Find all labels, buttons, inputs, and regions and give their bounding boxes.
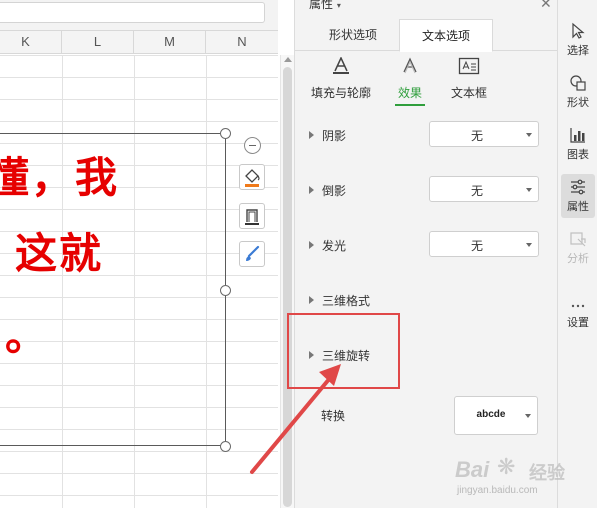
format-painter-button[interactable] [239, 241, 265, 267]
watermark-url: jingyan.baidu.com [457, 485, 538, 496]
formula-input[interactable] [0, 2, 265, 23]
resize-handle-bottom-right[interactable] [220, 441, 231, 452]
resize-handle-top-right[interactable] [220, 128, 231, 139]
toolbar-settings[interactable]: 设置 [561, 290, 595, 334]
shadow-dropdown-value: 无 [470, 129, 483, 143]
panel-subtabs: 填充与轮廓 效果 文本框 [295, 51, 558, 106]
subtab-effects[interactable]: 效果 [395, 57, 425, 106]
text-box[interactable]: 懂，我 ，这就 。 [0, 133, 226, 446]
baidu-watermark: Bai ❋ 经验 jingyan.baidu.com [455, 455, 595, 505]
toolbar-analysis[interactable]: 分析 [561, 226, 595, 270]
column-header-m[interactable]: M [134, 31, 206, 53]
toolbar-settings-label: 设置 [567, 316, 589, 329]
subtab-textbox-label: 文本框 [450, 86, 487, 100]
toolbar-select-label: 选择 [567, 44, 589, 57]
outline-icon [245, 209, 259, 225]
tab-text-options[interactable]: 文本选项 [399, 19, 493, 52]
toolbar-chart[interactable]: 图表 [561, 122, 595, 166]
scrollbar-thumb[interactable] [283, 67, 292, 507]
highlight-box [287, 313, 400, 389]
panel-tabs: 形状选项 文本选项 [295, 19, 558, 52]
reflection-dropdown-value: 无 [470, 184, 483, 198]
formula-bar-area [0, 0, 278, 30]
column-header-l[interactable]: L [62, 31, 134, 53]
text-effect-icon [403, 57, 417, 74]
section-reflection-label: 倒影 [322, 184, 347, 198]
sliders-icon [571, 179, 585, 195]
chevron-down-icon: ▾ [336, 1, 341, 10]
chevron-down-icon [525, 414, 531, 418]
textbox-line-2: ，这就 [0, 229, 104, 278]
shape-fill-button[interactable] [239, 164, 265, 190]
expand-arrow-icon[interactable] [309, 296, 314, 304]
resize-handle-right[interactable] [220, 285, 231, 296]
toolbar-properties-label: 属性 [567, 200, 589, 213]
analysis-icon [570, 232, 586, 247]
scroll-up-icon[interactable] [284, 57, 292, 62]
toolbar-properties[interactable]: 属性 [561, 174, 595, 218]
paint-bucket-icon [245, 169, 260, 187]
glow-dropdown[interactable]: 无 [429, 231, 539, 257]
transform-dropdown[interactable]: abcde [454, 396, 538, 435]
reflection-dropdown[interactable]: 无 [429, 176, 539, 202]
section-reflection[interactable]: 倒影 无 [295, 176, 558, 206]
toolbar-shapes[interactable]: 形状 [561, 70, 595, 114]
column-header-k[interactable]: K [0, 31, 62, 53]
section-shadow[interactable]: 阴影 无 [295, 121, 558, 151]
column-headers: K L M N [0, 30, 278, 54]
watermark-logo-text: 经验 [529, 463, 565, 484]
cursor-icon [572, 22, 585, 39]
subtab-fill-outline[interactable]: 填充与轮廓 [309, 56, 373, 101]
text-fill-icon [333, 56, 349, 74]
paw-icon: ❋ [497, 455, 516, 480]
spreadsheet-area: K L M N 懂，我 ，这就 。 [0, 0, 282, 508]
transform-dropdown-value: abcde [476, 409, 506, 420]
expand-arrow-icon[interactable] [309, 131, 314, 139]
section-shadow-label: 阴影 [322, 129, 347, 143]
section-3d-format-label: 三维格式 [322, 294, 371, 308]
vertical-scrollbar[interactable] [280, 55, 294, 508]
section-3d-format[interactable]: 三维格式 [295, 286, 558, 316]
active-subtab-indicator [395, 104, 425, 106]
collapse-icon[interactable] [244, 137, 261, 154]
toolbar-analysis-label: 分析 [567, 252, 589, 265]
toolbar-shapes-label: 形状 [567, 96, 589, 109]
shadow-dropdown[interactable]: 无 [429, 121, 539, 147]
panel-title-label: 属性 [309, 0, 334, 11]
section-glow[interactable]: 发光 无 [295, 231, 558, 261]
textbox-line-3: 。 [5, 311, 50, 360]
chevron-down-icon [526, 243, 532, 247]
column-header-n[interactable]: N [206, 31, 278, 53]
section-glow-label: 发光 [322, 239, 347, 253]
expand-arrow-icon[interactable] [309, 241, 314, 249]
close-icon[interactable]: ✕ [540, 0, 552, 12]
tab-shape-options[interactable]: 形状选项 [309, 19, 397, 51]
chart-icon [570, 128, 585, 143]
panel-title[interactable]: 属性 ▾ [309, 0, 341, 12]
toolbar-chart-label: 图表 [567, 148, 589, 161]
textbox-line-1: 懂，我 [0, 153, 120, 202]
transform-label: 转换 [321, 409, 346, 423]
right-toolbar: 选择 形状 图表 属性 分析 设置 [557, 0, 597, 508]
brush-icon [246, 245, 260, 261]
watermark-logo: Bai [455, 457, 490, 482]
shape-outline-button[interactable] [239, 203, 265, 229]
chevron-down-icon [526, 188, 532, 192]
glow-dropdown-value: 无 [470, 239, 483, 253]
expand-arrow-icon[interactable] [309, 186, 314, 194]
subtab-textbox[interactable]: 文本框 [447, 57, 491, 101]
more-icon [571, 304, 585, 308]
shapes-icon [570, 75, 586, 91]
toolbar-select[interactable]: 选择 [561, 18, 595, 62]
chevron-down-icon [526, 133, 532, 137]
subtab-fill-outline-label: 填充与轮廓 [310, 86, 371, 100]
textbox-icon [458, 57, 480, 75]
subtab-effects-label: 效果 [397, 86, 422, 100]
